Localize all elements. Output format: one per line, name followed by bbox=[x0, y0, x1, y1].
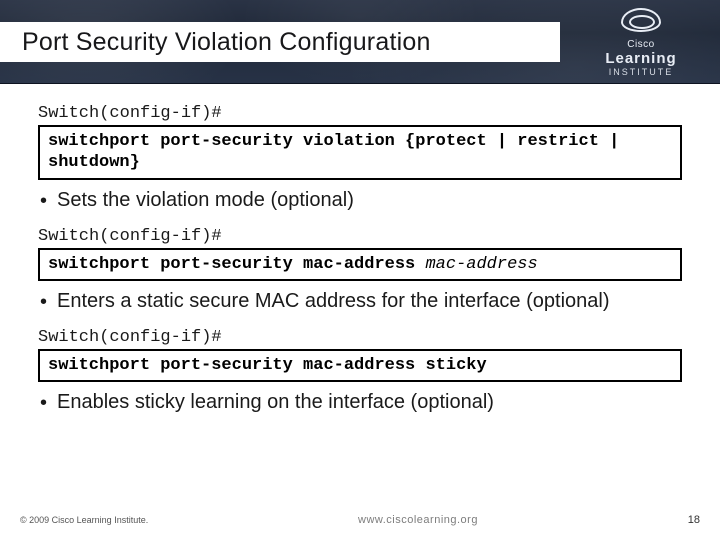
cli-command-arg: mac-address bbox=[425, 255, 537, 274]
bullet-dot-icon: • bbox=[40, 390, 47, 417]
cli-command-box: switchport port-security mac-address sti… bbox=[38, 349, 682, 382]
bullet-item: • Enables sticky learning on the interfa… bbox=[40, 390, 682, 417]
section-sticky: Switch(config-if)# switchport port-secur… bbox=[38, 328, 682, 417]
cisco-learning-logo: Cisco Learning INSTITUTE bbox=[576, 8, 706, 77]
copyright-text: © 2009 Cisco Learning Institute. bbox=[20, 515, 148, 525]
bullet-item: • Enters a static secure MAC address for… bbox=[40, 289, 682, 316]
bullet-item: • Sets the violation mode (optional) bbox=[40, 188, 682, 215]
page-title: Port Security Violation Configuration bbox=[22, 28, 431, 57]
bullet-text: Sets the violation mode (optional) bbox=[57, 188, 354, 213]
cli-prompt: Switch(config-if)# bbox=[38, 104, 682, 123]
bullet-dot-icon: • bbox=[40, 289, 47, 316]
logo-sub: INSTITUTE bbox=[576, 67, 706, 77]
logo-word: Learning bbox=[576, 50, 706, 67]
slide-body: Switch(config-if)# switchport port-secur… bbox=[0, 84, 720, 417]
page-number: 18 bbox=[688, 514, 700, 526]
cli-command-box: switchport port-security violation {prot… bbox=[38, 125, 682, 180]
cli-prompt: Switch(config-if)# bbox=[38, 328, 682, 347]
section-violation-mode: Switch(config-if)# switchport port-secur… bbox=[38, 104, 682, 215]
cli-command-box: switchport port-security mac-address mac… bbox=[38, 248, 682, 281]
cli-prompt: Switch(config-if)# bbox=[38, 227, 682, 246]
bullet-dot-icon: • bbox=[40, 188, 47, 215]
logo-glyph-icon bbox=[621, 8, 661, 32]
cli-command-text: switchport port-security mac-address bbox=[48, 255, 425, 274]
slide-footer: © 2009 Cisco Learning Institute. www.cis… bbox=[0, 510, 720, 530]
title-bar: Port Security Violation Configuration bbox=[0, 22, 560, 62]
logo-brand: Cisco bbox=[576, 39, 706, 50]
cli-command-text: switchport port-security violation {prot… bbox=[48, 132, 619, 172]
bullet-text: Enters a static secure MAC address for t… bbox=[57, 289, 609, 314]
bullet-text: Enables sticky learning on the interface… bbox=[57, 390, 494, 415]
footer-url: www.ciscolearning.org bbox=[358, 514, 478, 526]
cli-command-text: switchport port-security mac-address sti… bbox=[48, 356, 487, 375]
section-static-mac: Switch(config-if)# switchport port-secur… bbox=[38, 227, 682, 316]
slide-header: Port Security Violation Configuration Ci… bbox=[0, 0, 720, 84]
